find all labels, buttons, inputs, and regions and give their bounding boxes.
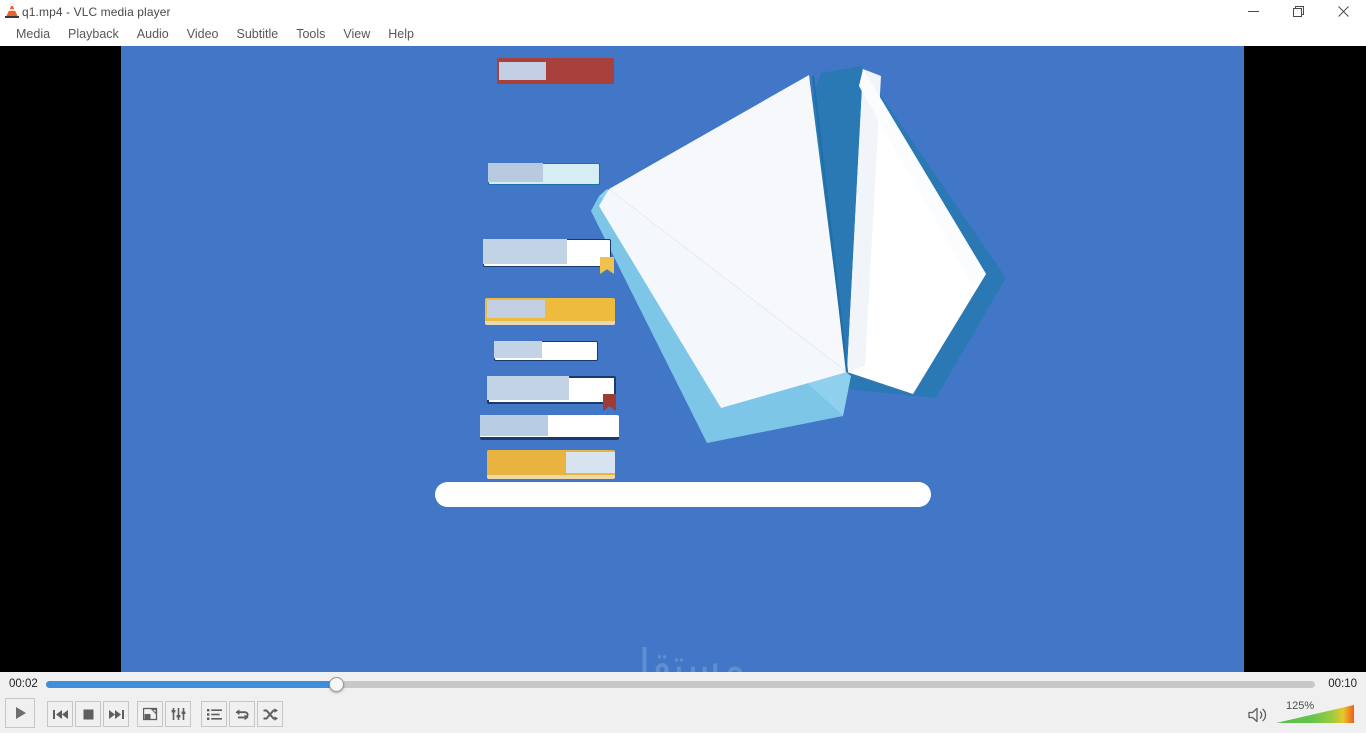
speaker-icon[interactable] [1248,707,1270,728]
book-wide-blue [480,415,619,440]
book-red [497,58,614,84]
seek-fill [46,681,336,688]
book-navy-red-mark [487,376,616,411]
play-group [5,698,37,728]
bookmark-red-icon [603,394,616,411]
next-button[interactable] [103,701,129,727]
seek-bar[interactable] [46,677,1315,692]
total-time-label: 00:10 [1328,678,1357,690]
book-gold [485,298,615,325]
restore-icon[interactable] [1276,0,1321,23]
loop-button[interactable] [229,701,255,727]
previous-button[interactable] [47,701,73,727]
book-stack [121,46,1244,672]
volume-control[interactable]: 125% [1248,700,1358,728]
video-surface[interactable]: مستقل [121,46,1244,672]
book-gold-bottom [487,450,615,479]
menu-item-help[interactable]: Help [379,24,423,45]
window-controls [1231,0,1366,23]
menu-item-subtitle[interactable]: Subtitle [228,24,288,45]
stop-button[interactable] [75,701,101,727]
menu-item-playback[interactable]: Playback [59,24,128,45]
play-button[interactable] [5,698,35,728]
menu-item-audio[interactable]: Audio [128,24,178,45]
book-small-white [494,341,598,361]
book-teal [488,163,600,185]
current-time-label: 00:02 [9,678,38,690]
menu-item-media[interactable]: Media [7,24,59,45]
playlist-button[interactable] [201,701,227,727]
menu-item-video[interactable]: Video [178,24,228,45]
transport-row [0,698,1366,733]
title-bar: q1.mp4 - VLC media player [0,0,1366,23]
fullscreen-button[interactable] [137,701,163,727]
watermark-arabic: مستقل [619,640,746,672]
book-white-gold-mark [483,239,614,274]
equalizer-button[interactable] [165,701,191,727]
seek-row: 00:02 00:10 [0,672,1366,696]
bookmark-gold-icon [600,257,614,274]
video-area[interactable]: مستقل [0,46,1366,672]
playlist-group [201,701,285,727]
vlc-window: q1.mp4 - VLC media player Media Playback [0,0,1366,733]
shelf-bar [435,482,931,507]
seek-handle[interactable] [329,677,344,692]
menu-item-tools[interactable]: Tools [287,24,334,45]
volume-slider[interactable] [1276,705,1354,725]
vlc-cone-icon [0,0,22,23]
nav-group [47,701,131,727]
tools-group [137,701,193,727]
control-bar: mostaql.com 00:02 00:10 [0,672,1366,733]
minimize-icon[interactable] [1231,0,1276,23]
menu-item-view[interactable]: View [334,24,379,45]
window-title: q1.mp4 - VLC media player [22,4,171,19]
close-icon[interactable] [1321,0,1366,23]
shuffle-button[interactable] [257,701,283,727]
menu-bar: Media Playback Audio Video Subtitle Tool… [0,23,1366,46]
